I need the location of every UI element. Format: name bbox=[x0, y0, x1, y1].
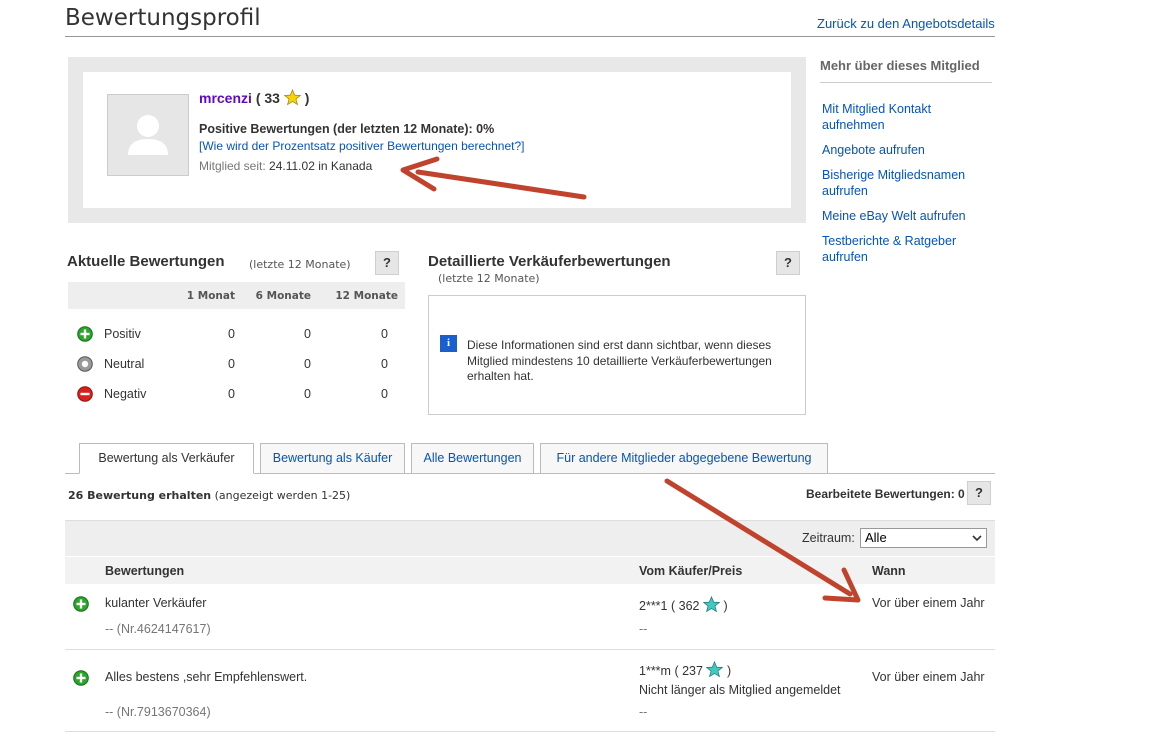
back-to-listing-link[interactable]: Zurück zu den Angebotsdetails bbox=[817, 16, 995, 31]
tab-feedback-left-for-others[interactable]: Für andere Mitglieder abgegebene Bewertu… bbox=[540, 443, 828, 474]
rating-value: 0 bbox=[228, 357, 235, 371]
tab-buyer-feedback[interactable]: Bewertung als Käufer bbox=[260, 443, 405, 474]
price: -- bbox=[639, 622, 648, 636]
sidebar-link-my-world[interactable]: Meine eBay Welt aufrufen bbox=[822, 208, 992, 224]
how-calculated-link[interactable]: [Wie wird der Prozentsatz positiver Bewe… bbox=[199, 139, 525, 153]
rating-value: 0 bbox=[228, 387, 235, 401]
header-feedback: Bewertungen bbox=[105, 564, 185, 578]
avatar bbox=[107, 94, 189, 176]
current-ratings-title: Aktuelle Bewertungen bbox=[67, 253, 225, 270]
header-when: Wann bbox=[872, 564, 906, 578]
rating-value: 0 bbox=[304, 357, 311, 371]
member-since: Mitglied seit: 24.11.02 in Kanada bbox=[199, 159, 372, 173]
price: -- bbox=[639, 705, 648, 719]
dsr-help-button[interactable]: ? bbox=[776, 251, 800, 275]
positive-icon bbox=[73, 596, 89, 612]
feedback-table-header bbox=[65, 557, 995, 584]
dsr-subtitle: (letzte 12 Monate) bbox=[438, 272, 540, 285]
rating-value: 0 bbox=[228, 327, 235, 341]
col-6-months: 6 Monate bbox=[255, 290, 311, 302]
feedback-received-count: 26 Bewertung erhalten (angezeigt werden … bbox=[68, 489, 350, 502]
shown-range: (angezeigt werden 1-25) bbox=[214, 489, 351, 502]
period-selected-value: Alle bbox=[865, 530, 887, 545]
edited-help-button[interactable]: ? bbox=[967, 481, 991, 505]
current-ratings-help-button[interactable]: ? bbox=[375, 251, 399, 275]
tab-seller-feedback[interactable]: Bewertung als Verkäufer bbox=[79, 443, 254, 474]
turquoise-star-icon[interactable] bbox=[702, 596, 720, 613]
row-divider bbox=[65, 731, 995, 732]
filter-bar bbox=[65, 520, 995, 556]
title-divider bbox=[65, 36, 995, 37]
tab-all-feedback[interactable]: Alle Bewertungen bbox=[411, 443, 534, 474]
score-paren: ( bbox=[255, 90, 261, 106]
dsr-info-text: Diese Informationen sind erst dann sicht… bbox=[467, 338, 772, 383]
rating-value: 0 bbox=[381, 387, 388, 401]
buyer-name[interactable]: 2***1 bbox=[639, 599, 668, 613]
turquoise-star-icon[interactable] bbox=[706, 661, 724, 678]
buyer-note: Nicht länger als Mitglied angemeldet bbox=[639, 683, 841, 697]
score-paren: ) bbox=[304, 90, 310, 106]
rating-value: 0 bbox=[381, 357, 388, 371]
member-since-label: Mitglied seit: bbox=[199, 159, 266, 173]
score-paren: ( bbox=[670, 599, 676, 613]
item-number-link[interactable]: -- (Nr.4624147617) bbox=[105, 622, 211, 636]
buyer-name[interactable]: 1***m bbox=[639, 664, 671, 678]
period-select[interactable]: Alle bbox=[860, 528, 987, 548]
sidebar-divider bbox=[820, 82, 992, 83]
sidebar-title: Mehr über dieses Mitglied bbox=[820, 58, 980, 73]
rating-value: 0 bbox=[381, 327, 388, 341]
buyer-info: 2***1 ( 362 ) bbox=[639, 596, 728, 613]
negative-icon bbox=[77, 386, 93, 402]
header-buyer-price: Vom Käufer/Preis bbox=[639, 564, 743, 578]
score-paren: ( bbox=[674, 664, 679, 678]
current-ratings-subtitle: (letzte 12 Monate) bbox=[249, 258, 351, 271]
positive-icon bbox=[77, 326, 93, 342]
rating-label-negative: Negativ bbox=[104, 387, 147, 401]
neutral-icon bbox=[77, 356, 93, 372]
sidebar-link-reviews-guides[interactable]: Testberichte & Ratgeber aufrufen bbox=[822, 233, 992, 265]
col-12-months: 12 Monate bbox=[335, 290, 398, 302]
feedback-comment: kulanter Verkäufer bbox=[105, 596, 207, 610]
member-since-value: 24.11.02 in Kanada bbox=[269, 159, 373, 173]
buyer-score[interactable]: 237 bbox=[682, 664, 703, 678]
edited-feedback-count: Bearbeitete Bewertungen: 0 bbox=[806, 487, 965, 501]
row-divider bbox=[65, 649, 995, 650]
feedback-comment: Alles bestens ,sehr Empfehlenswert. bbox=[105, 670, 308, 684]
info-icon: i bbox=[440, 335, 457, 352]
dsr-title: Detaillierte Verkäuferbewertungen bbox=[428, 253, 671, 270]
score-paren: ) bbox=[723, 599, 728, 613]
received-count: 26 Bewertung erhalten bbox=[68, 489, 212, 502]
rating-value: 0 bbox=[304, 387, 311, 401]
chevron-down-icon bbox=[972, 535, 982, 542]
item-number-link[interactable]: -- (Nr.7913670364) bbox=[105, 705, 211, 719]
score-paren: ) bbox=[726, 664, 732, 678]
rating-label-neutral: Neutral bbox=[104, 357, 145, 371]
col-1-month: 1 Monat bbox=[186, 290, 235, 302]
rating-value: 0 bbox=[304, 327, 311, 341]
period-label: Zeitraum: bbox=[802, 531, 855, 545]
sidebar-link-previous-names[interactable]: Bisherige Mitgliedsnamen aufrufen bbox=[822, 167, 992, 199]
feedback-time: Vor über einem Jahr bbox=[872, 670, 985, 684]
positive-icon bbox=[73, 670, 89, 686]
sidebar-link-listings[interactable]: Angebote aufrufen bbox=[822, 142, 992, 158]
username-row: mrcenzi ( 33 ) bbox=[199, 89, 309, 106]
feedback-time: Vor über einem Jahr bbox=[872, 596, 985, 610]
buyer-score[interactable]: 362 bbox=[679, 599, 700, 613]
user-silhouette-icon bbox=[128, 115, 168, 155]
buyer-info: 1***m ( 237 ) bbox=[639, 661, 731, 678]
username-link[interactable]: mrcenzi bbox=[199, 90, 252, 106]
rating-label-positive: Positiv bbox=[104, 327, 141, 341]
page-title: Bewertungsprofil bbox=[65, 5, 261, 31]
feedback-score[interactable]: 33 bbox=[264, 90, 280, 106]
yellow-star-icon[interactable] bbox=[283, 89, 301, 106]
positive-feedback-percent: Positive Bewertungen (der letzten 12 Mon… bbox=[199, 122, 495, 136]
sidebar-link-contact[interactable]: Mit Mitglied Kontakt aufnehmen bbox=[822, 101, 992, 133]
